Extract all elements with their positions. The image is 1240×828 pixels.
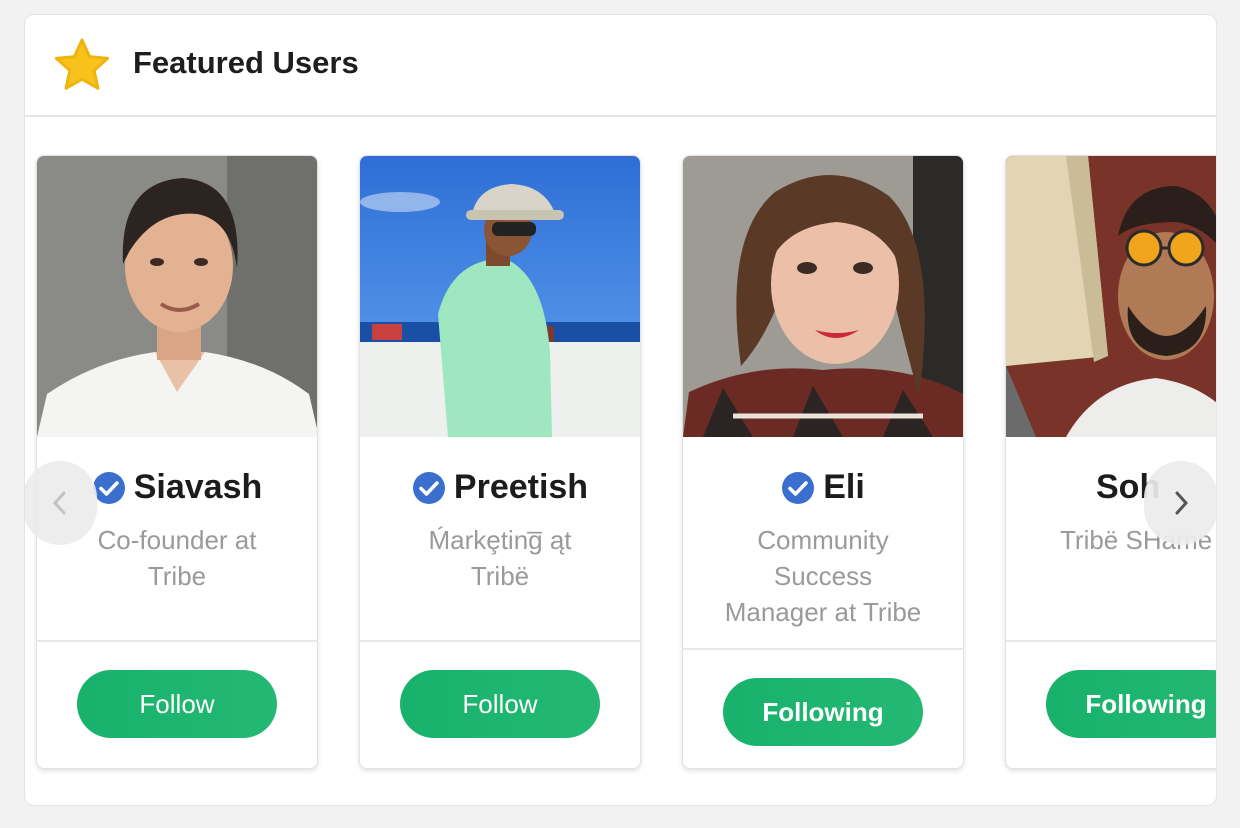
card-divider [683,648,963,650]
card-divider [1006,640,1216,642]
user-name-row: Eli [683,468,963,507]
verified-icon [412,471,445,504]
card-divider [360,640,640,642]
follow-button[interactable]: Follow [77,670,277,738]
user-card: Eli Community Success Manager at Tribe F… [682,155,964,769]
user-photo[interactable] [1006,156,1217,437]
panel-title: Featured Users [133,45,359,80]
user-name-row: Preetish [360,468,640,507]
panel-header: Featured Users [25,15,1216,117]
carousel-next-button[interactable] [1144,461,1216,545]
star-icon [54,38,110,90]
chevron-right-icon [1175,491,1189,515]
featured-users-panel: Featured Users Siavash Co-founder at Tri… [24,14,1217,806]
user-photo[interactable] [683,156,964,437]
user-card: Siavash Co-founder at Tribe Follow [36,155,318,769]
user-name[interactable]: Preetish [454,468,588,507]
chevron-left-icon [52,491,66,515]
user-role: Community Success Manager at Tribe [724,525,922,627]
user-card: Preetish Ḿarkȩting̅ ąt Tribë Follow [359,155,641,769]
user-role: Ḿarkȩting̅ ąt Tribë [428,525,572,591]
user-name[interactable]: Eli [823,468,865,507]
user-role: Co-founder at Tribe [97,525,257,591]
following-button[interactable]: Following [723,678,923,746]
user-photo[interactable] [37,156,318,437]
card-divider [37,640,317,642]
users-carousel: Siavash Co-founder at Tribe Follow Preet… [25,119,1217,805]
following-button[interactable]: Following [1046,670,1216,738]
carousel-prev-button[interactable] [25,461,97,545]
follow-button[interactable]: Follow [400,670,600,738]
verified-icon [782,471,815,504]
user-name[interactable]: Siavash [134,468,263,507]
user-photo[interactable] [360,156,641,437]
